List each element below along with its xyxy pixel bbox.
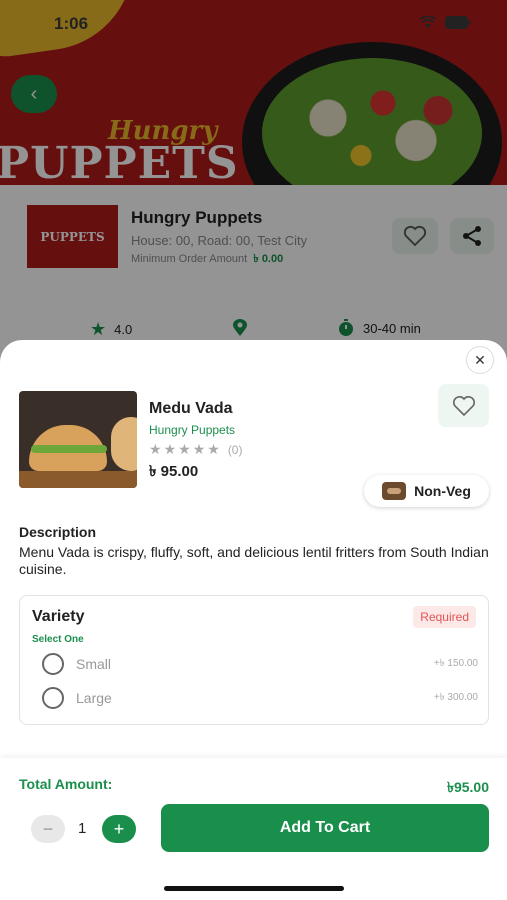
non-veg-icon [382, 482, 407, 500]
option-price: +৳ 300.00 [433, 691, 478, 703]
radio-button[interactable] [42, 687, 64, 709]
star-icon: ★ [149, 441, 162, 457]
item-restaurant-link[interactable]: Hungry Puppets [149, 423, 235, 437]
variety-section: Variety Select One Required Small +৳ 150… [19, 595, 489, 725]
non-veg-badge: Non-Veg [364, 475, 489, 507]
rating-count: (0) [227, 442, 243, 457]
veg-label: Non-Veg [414, 483, 471, 499]
variety-title: Variety [32, 608, 85, 625]
heart-icon [452, 395, 475, 416]
star-icon: ★ [192, 441, 206, 457]
variety-option-large[interactable]: Large +৳ 300.00 [42, 686, 478, 710]
minus-icon: − [42, 818, 54, 839]
close-icon: ✕ [474, 351, 486, 368]
increase-quantity-button[interactable]: + [102, 815, 136, 843]
cart-bar: Total Amount: ৳95.00 − 1 + Add To Cart [0, 758, 507, 900]
description-title: Description [19, 524, 97, 540]
total-amount-value: ৳95.00 [446, 779, 489, 795]
decrease-quantity-button[interactable]: − [31, 815, 65, 843]
home-indicator[interactable] [164, 886, 344, 891]
required-badge: Required [413, 606, 476, 628]
add-to-cart-button[interactable]: Add To Cart [161, 804, 489, 852]
item-image [19, 391, 137, 488]
item-rating: ★ ★ ★ ★ ★ (0) [149, 441, 242, 458]
item-favorite-button[interactable] [438, 384, 489, 427]
wifi-icon [419, 16, 437, 28]
status-bar: 1:06 [0, 0, 507, 44]
star-icon: ★ [178, 441, 191, 457]
item-details-sheet: ✕ Medu Vada Hungry Puppets ★ ★ ★ ★ ★ (0)… [0, 340, 507, 900]
quantity-value: 1 [78, 820, 87, 837]
description-text: Menu Vada is crispy, fluffy, soft, and d… [19, 544, 489, 577]
variety-subtitle: Select One [32, 634, 84, 645]
option-price: +৳ 150.00 [433, 657, 478, 669]
option-label: Large [76, 690, 112, 706]
battery-icon [445, 16, 471, 29]
option-label: Small [76, 656, 112, 672]
plus-icon: + [113, 818, 125, 839]
status-time: 1:06 [54, 14, 89, 33]
radio-button[interactable] [42, 653, 64, 675]
total-amount-label: Total Amount: [19, 776, 113, 792]
item-name: Medu Vada [149, 400, 233, 417]
close-button[interactable]: ✕ [466, 346, 494, 374]
variety-option-small[interactable]: Small +৳ 150.00 [42, 652, 478, 676]
star-icon: ★ [207, 441, 220, 457]
status-icons [419, 16, 471, 29]
item-price: ৳ 95.00 [149, 463, 199, 480]
star-icon: ★ [163, 441, 177, 457]
